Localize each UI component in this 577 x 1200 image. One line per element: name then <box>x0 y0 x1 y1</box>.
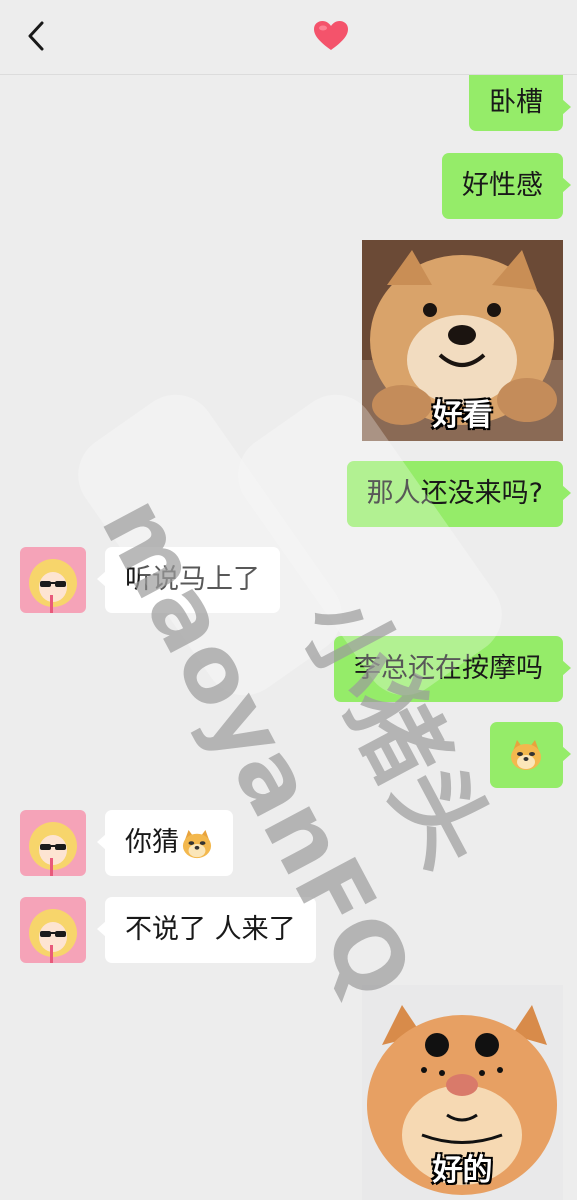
chevron-left-icon[interactable] <box>20 18 56 54</box>
their-message-bubble[interactable]: 听说马上了 <box>97 547 280 613</box>
their-message-bubble[interactable]: 不说了 人来了 <box>97 897 316 963</box>
their-message-bubble[interactable]: 你猜 <box>97 810 233 876</box>
message-text: 你猜 <box>125 827 179 858</box>
doge-emoji <box>511 740 541 770</box>
sticker-caption: 好看 <box>432 398 493 433</box>
cat-face-sticker[interactable]: 好的 <box>362 985 563 1200</box>
red-heart-icon <box>314 21 348 50</box>
my-message-bubble[interactable]: 李总还在按摩吗 <box>334 636 571 702</box>
my-message-bubble[interactable]: 那人还没来吗? <box>346 461 572 527</box>
chat-area[interactable]: 卧槽 好性感 好看 那人还没来吗? 听说马上了 李总还在按摩吗 你猜 不说了 人… <box>0 75 577 1200</box>
sticker-caption: 好的 <box>432 1153 493 1188</box>
my-emoji-bubble[interactable] <box>490 722 571 788</box>
my-message-bubble[interactable]: 卧槽 <box>469 75 571 131</box>
contact-avatar[interactable] <box>20 897 86 963</box>
top-bar <box>0 0 577 75</box>
contact-avatar[interactable] <box>20 547 86 613</box>
doge-emoji <box>182 829 212 858</box>
contact-avatar[interactable] <box>20 810 86 876</box>
shiba-dog-sticker[interactable]: 好看 <box>362 240 563 441</box>
my-message-bubble[interactable]: 好性感 <box>442 153 571 219</box>
